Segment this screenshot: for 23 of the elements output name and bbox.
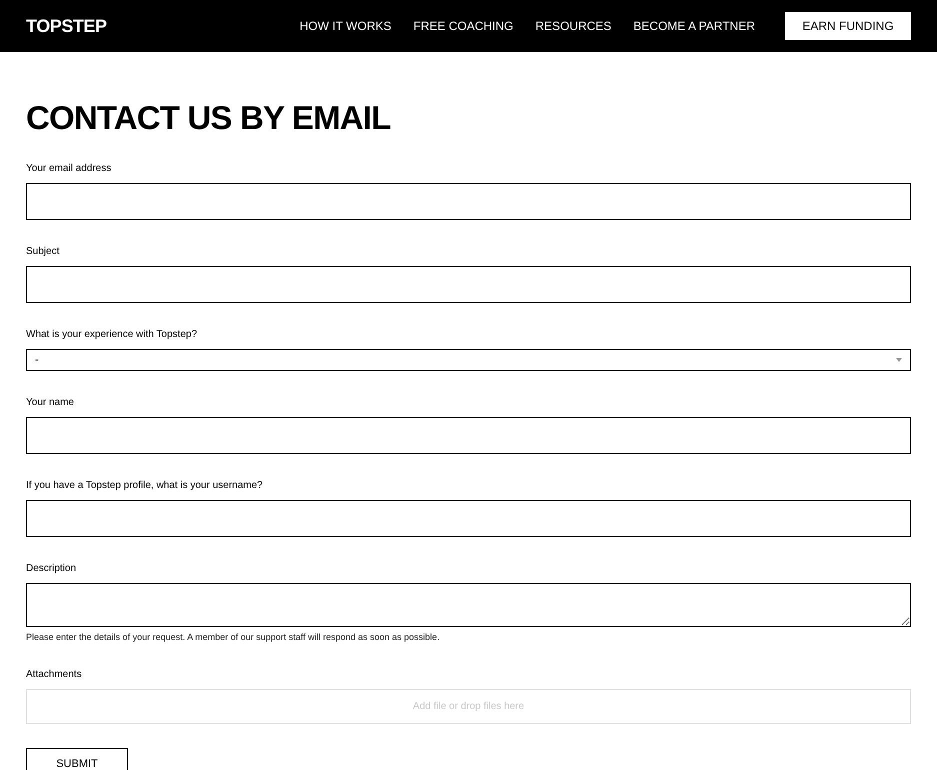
text-field[interactable] [26,266,911,303]
field-label: Your email address [26,163,112,174]
page-title: CONTACT US BY EMAIL [26,98,392,138]
description-field[interactable] [26,583,911,627]
dropdown-field[interactable]: - [26,349,911,371]
nav-link[interactable]: HOW IT WORKS [300,17,392,35]
field-label: What is your experience with Topstep? [26,329,198,340]
submit-button[interactable]: SUBMIT [26,748,128,770]
field-label: Subject [26,246,60,257]
logo[interactable]: TOPSTEP [26,12,107,40]
help-text: Please enter the details of your request. A member of our support staff will respond as soon as possible. [26,632,440,642]
nav-link[interactable]: FREE COACHING [413,17,514,35]
field-label: Description [26,563,76,574]
earn-funding-button[interactable]: EARN FUNDING [785,12,911,40]
field-label: If you have a Topstep profile, what is your username? [26,480,263,491]
field-label: Attachments [26,669,82,680]
text-field[interactable] [26,417,911,454]
nav-link[interactable]: BECOME A PARTNER [633,17,755,35]
text-field[interactable] [26,500,911,537]
nav-link[interactable]: RESOURCES [535,17,612,35]
text-field[interactable] [26,183,911,220]
caret-icon [896,358,902,362]
field-label: Your name [26,397,74,408]
